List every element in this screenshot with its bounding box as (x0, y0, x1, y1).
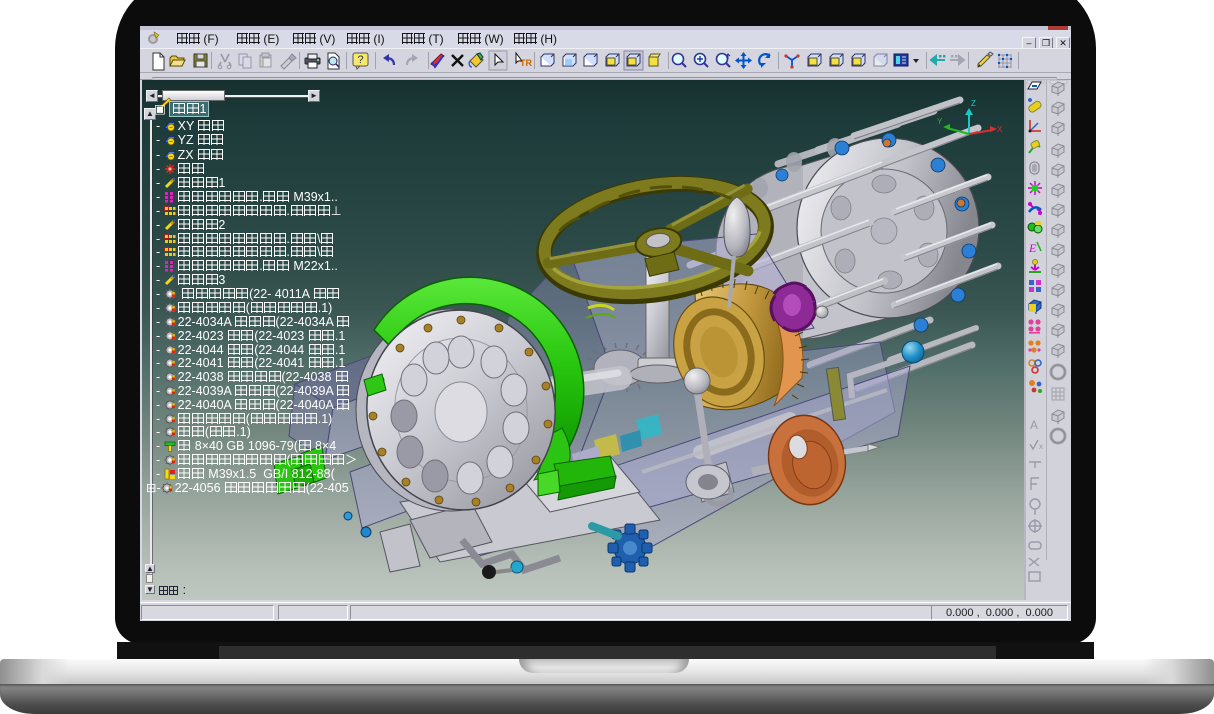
svg-text:Z: Z (971, 99, 976, 108)
svg-text:Y: Y (937, 117, 943, 126)
svg-text:?: ? (357, 54, 363, 66)
svg-text:E: E (1028, 241, 1037, 255)
svg-text:x: x (1039, 442, 1043, 451)
svg-text:X: X (997, 125, 1003, 134)
svg-text:TR: TR (520, 58, 533, 68)
svg-text:A: A (1030, 418, 1038, 432)
